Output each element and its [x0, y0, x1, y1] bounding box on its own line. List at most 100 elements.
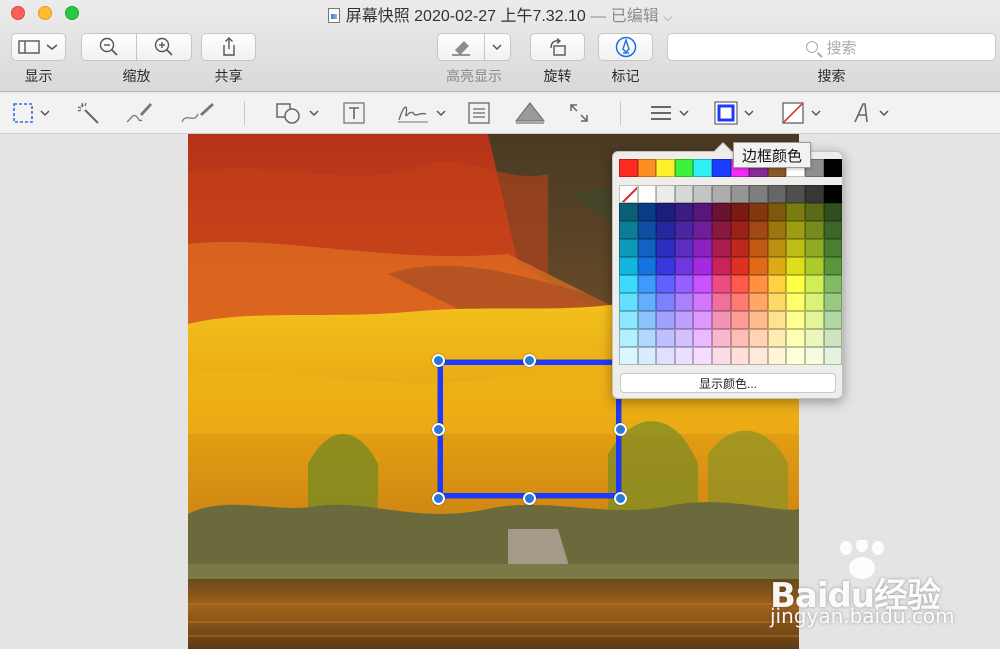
- color-swatch[interactable]: [786, 311, 805, 329]
- color-swatch[interactable]: [786, 275, 805, 293]
- color-swatch[interactable]: [693, 347, 712, 365]
- color-swatch[interactable]: [637, 203, 657, 221]
- color-swatch[interactable]: [619, 311, 638, 329]
- border-color-button[interactable]: [714, 100, 755, 126]
- color-swatch[interactable]: [804, 275, 824, 293]
- color-swatch[interactable]: [786, 203, 805, 221]
- color-swatch[interactable]: [656, 239, 675, 257]
- highlight-button[interactable]: [438, 34, 484, 60]
- view-menu-button[interactable]: [11, 33, 66, 61]
- color-swatch[interactable]: [711, 275, 731, 293]
- color-swatch[interactable]: [730, 257, 750, 275]
- color-swatch[interactable]: [711, 293, 731, 311]
- no-color-swatch[interactable]: [619, 185, 638, 203]
- zoom-out-button[interactable]: [82, 34, 136, 60]
- color-swatch[interactable]: [637, 275, 657, 293]
- color-swatch[interactable]: [749, 185, 768, 203]
- color-swatch[interactable]: [656, 329, 675, 347]
- title-chevron-icon[interactable]: ⌵: [663, 10, 672, 24]
- color-swatch[interactable]: [619, 257, 638, 275]
- search-field[interactable]: 搜索: [667, 33, 996, 61]
- resize-handle-top-left[interactable]: [432, 354, 445, 367]
- color-swatch[interactable]: [693, 203, 712, 221]
- color-swatch[interactable]: [823, 275, 843, 293]
- color-swatch[interactable]: [693, 311, 712, 329]
- color-swatch[interactable]: [711, 203, 731, 221]
- note-tool-button[interactable]: [467, 100, 491, 126]
- color-swatch[interactable]: [767, 275, 787, 293]
- color-swatch[interactable]: [656, 185, 675, 203]
- color-swatch[interactable]: [674, 239, 694, 257]
- color-swatch[interactable]: [749, 257, 768, 275]
- color-swatch[interactable]: [693, 257, 712, 275]
- color-swatch[interactable]: [656, 159, 675, 177]
- color-swatch[interactable]: [823, 159, 843, 177]
- color-swatch[interactable]: [804, 221, 824, 239]
- zoom-in-button[interactable]: [137, 34, 191, 60]
- color-swatch[interactable]: [619, 159, 638, 177]
- color-swatch[interactable]: [619, 203, 638, 221]
- color-swatch[interactable]: [786, 239, 805, 257]
- color-swatch[interactable]: [656, 347, 675, 365]
- sign-tool-button[interactable]: [396, 100, 447, 126]
- color-swatch[interactable]: [619, 293, 638, 311]
- color-swatch[interactable]: [637, 185, 657, 203]
- color-swatch[interactable]: [730, 293, 750, 311]
- color-swatch[interactable]: [804, 293, 824, 311]
- color-swatch[interactable]: [619, 239, 638, 257]
- sketch-tool-button[interactable]: [124, 100, 154, 126]
- color-swatch[interactable]: [711, 329, 731, 347]
- color-swatch[interactable]: [730, 221, 750, 239]
- color-swatch[interactable]: [637, 329, 657, 347]
- color-swatch[interactable]: [786, 329, 805, 347]
- color-swatch[interactable]: [823, 221, 843, 239]
- color-swatch[interactable]: [637, 239, 657, 257]
- color-swatch[interactable]: [767, 203, 787, 221]
- color-swatch[interactable]: [823, 347, 843, 365]
- color-swatch[interactable]: [804, 311, 824, 329]
- color-swatch[interactable]: [693, 221, 712, 239]
- color-swatch[interactable]: [674, 203, 694, 221]
- color-swatch[interactable]: [656, 275, 675, 293]
- color-swatch[interactable]: [711, 257, 731, 275]
- color-swatch[interactable]: [823, 239, 843, 257]
- color-swatch[interactable]: [656, 257, 675, 275]
- color-swatch[interactable]: [674, 329, 694, 347]
- color-swatch[interactable]: [749, 293, 768, 311]
- show-colors-button[interactable]: 显示颜色...: [620, 373, 836, 393]
- color-swatch[interactable]: [711, 311, 731, 329]
- color-swatch[interactable]: [674, 185, 694, 203]
- color-swatch[interactable]: [619, 329, 638, 347]
- color-swatch[interactable]: [749, 329, 768, 347]
- color-swatch[interactable]: [711, 159, 731, 177]
- color-swatch[interactable]: [767, 311, 787, 329]
- color-swatch[interactable]: [767, 257, 787, 275]
- color-swatch[interactable]: [767, 239, 787, 257]
- markup-button[interactable]: [598, 33, 653, 61]
- color-swatch[interactable]: [637, 159, 657, 177]
- color-swatch[interactable]: [711, 185, 731, 203]
- color-swatch[interactable]: [693, 275, 712, 293]
- color-swatch[interactable]: [823, 311, 843, 329]
- color-swatch[interactable]: [786, 185, 805, 203]
- color-swatch[interactable]: [674, 293, 694, 311]
- color-swatch[interactable]: [767, 221, 787, 239]
- color-swatch[interactable]: [656, 221, 675, 239]
- color-swatch[interactable]: [823, 329, 843, 347]
- instant-alpha-button[interactable]: [76, 100, 102, 126]
- color-swatch[interactable]: [711, 347, 731, 365]
- color-swatch[interactable]: [804, 185, 824, 203]
- rotate-button[interactable]: [530, 33, 585, 61]
- color-swatch[interactable]: [749, 311, 768, 329]
- shape-style-button[interactable]: [649, 100, 690, 126]
- color-swatch[interactable]: [804, 239, 824, 257]
- color-swatch[interactable]: [823, 203, 843, 221]
- resize-handle-top[interactable]: [523, 354, 536, 367]
- color-swatch[interactable]: [637, 311, 657, 329]
- color-swatch[interactable]: [693, 185, 712, 203]
- share-button[interactable]: [201, 33, 256, 61]
- color-swatch[interactable]: [730, 329, 750, 347]
- color-swatch[interactable]: [674, 347, 694, 365]
- color-swatch[interactable]: [749, 203, 768, 221]
- color-swatch[interactable]: [786, 221, 805, 239]
